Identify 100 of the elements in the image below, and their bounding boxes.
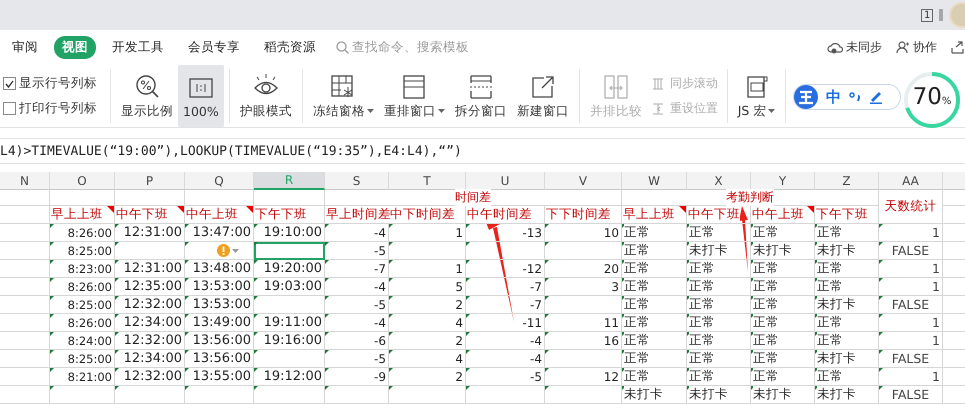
table-cell: 正常 xyxy=(815,224,879,242)
ribbon-button[interactable]: 护眼模式 xyxy=(234,65,297,127)
table-cell: 1 xyxy=(879,278,943,296)
person-icon xyxy=(896,41,910,54)
checkbox-label[interactable]: 打印行号列标 xyxy=(3,100,97,117)
checkbox[interactable] xyxy=(3,102,16,115)
column-header[interactable]: Q xyxy=(185,172,254,190)
table-cell: 未打卡 xyxy=(815,296,879,314)
table-cell xyxy=(185,386,254,404)
table-cell: 正常 xyxy=(622,242,687,260)
table-cell: 1 xyxy=(879,314,943,332)
table-cell: 未打卡 xyxy=(815,350,879,368)
table-cell: 正常 xyxy=(751,278,815,296)
punctuation-icon xyxy=(849,91,861,103)
ribbon-button[interactable]: 拆分窗口 xyxy=(450,65,512,127)
table-cell: -7 xyxy=(466,278,545,296)
table-cell: 1 xyxy=(879,368,943,386)
table-cell: 12:31:00 xyxy=(115,260,185,278)
formula-text[interactable]: L4)>TIMEVALUE(“19:00”),LOOKUP(TIMEVALUE(“19:35”),E4:L4),“”) xyxy=(0,144,462,158)
column-header[interactable]: O xyxy=(50,172,115,190)
cloud-icon xyxy=(827,41,843,54)
header-action-button[interactable]: 未同步 xyxy=(827,39,882,56)
header-cell: 下下时间差 xyxy=(545,206,622,224)
table-cell xyxy=(115,386,185,404)
table-cell: 1 xyxy=(879,224,943,242)
input-mode-label[interactable]: 中 xyxy=(826,88,841,106)
table-cell: 12 xyxy=(545,368,622,386)
column-header[interactable]: U xyxy=(466,172,545,190)
menu-tab[interactable]: 审阅 xyxy=(4,36,46,59)
table-cell: -4 xyxy=(325,278,389,296)
page-indicator[interactable]: 1 xyxy=(920,8,933,22)
column-header[interactable]: S xyxy=(325,172,389,190)
header-cell: 早上上班 xyxy=(50,206,115,224)
ribbon-button[interactable]: 新建窗口 xyxy=(512,65,574,127)
input-method-logo-icon xyxy=(794,85,818,109)
table-cell: 正常 xyxy=(687,278,751,296)
table-cell: -9 xyxy=(325,368,389,386)
table-cell: 正常 xyxy=(687,314,751,332)
table-cell: 8:25:00 xyxy=(50,242,115,260)
column-header[interactable]: X xyxy=(687,172,751,190)
column-header[interactable]: AA xyxy=(879,172,943,190)
column-header[interactable]: T xyxy=(389,172,466,190)
table-cell: -7 xyxy=(466,296,545,314)
menu-tab[interactable]: 会员专享 xyxy=(180,36,248,59)
table-cell: -4 xyxy=(325,314,389,332)
header-action-button[interactable]: 协作 xyxy=(896,39,937,56)
table-cell xyxy=(50,386,115,404)
checkbox[interactable] xyxy=(3,77,16,90)
header-cell: 中午时间差 xyxy=(466,206,545,224)
table-cell xyxy=(0,242,50,260)
column-header[interactable]: N xyxy=(0,172,50,190)
ribbon-button[interactable]: 显示比例 xyxy=(116,65,178,127)
table-cell: 19:03:00 xyxy=(254,278,325,296)
caret-icon xyxy=(232,248,239,252)
table-cell: FALSE xyxy=(879,242,943,260)
table-cell: 正常 xyxy=(687,350,751,368)
table-cell: 2 xyxy=(389,332,466,350)
table-cell: 1 xyxy=(879,260,943,278)
table-cell: 未打卡 xyxy=(751,386,815,404)
table-cell: -4 xyxy=(466,332,545,350)
table-cell: 未打卡 xyxy=(815,242,879,260)
table-cell: 12:34:00 xyxy=(115,314,185,332)
table-cell xyxy=(325,386,389,404)
table-cell: 19:12:00 xyxy=(254,368,325,386)
check-icon xyxy=(5,80,14,88)
table-cell: 正常 xyxy=(751,332,815,350)
checkbox-label[interactable]: 显示行号列标 xyxy=(3,75,97,92)
ribbon-button[interactable]: 100% xyxy=(178,65,224,127)
column-header[interactable]: W xyxy=(622,172,687,190)
table-cell: 正常 xyxy=(687,332,751,350)
column-header[interactable]: Y xyxy=(751,172,815,190)
ribbon-button[interactable]: 冻结窗格 xyxy=(308,65,379,127)
annotation-arrow xyxy=(739,206,748,272)
table-cell: 8:25:00 xyxy=(50,350,115,368)
table-cell: 正常 xyxy=(622,296,687,314)
header-cell: 下午下班 xyxy=(815,206,879,224)
column-header[interactable]: Z xyxy=(815,172,879,190)
table-cell: -5 xyxy=(325,242,389,260)
active-cell[interactable] xyxy=(254,242,325,260)
table-cell: 13:56:00 xyxy=(185,332,254,350)
table-cell: 正常 xyxy=(622,350,687,368)
column-header[interactable]: V xyxy=(545,172,622,190)
ribbon-button[interactable]: JS 宏 xyxy=(732,65,780,127)
table-cell: 正常 xyxy=(687,368,751,386)
input-method-bar[interactable]: 中 xyxy=(793,84,901,110)
table-cell: -5 xyxy=(325,296,389,314)
ribbon-button[interactable]: 重排窗口 xyxy=(378,65,450,127)
table-cell: 13:56:00 xyxy=(185,350,254,368)
menu-tab[interactable]: 稻壳资源 xyxy=(256,36,324,59)
warning-button[interactable] xyxy=(217,244,239,257)
header-cell: 中午下班 xyxy=(115,206,185,224)
menu-tab[interactable]: 开发工具 xyxy=(104,36,172,59)
column-header[interactable]: P xyxy=(115,172,185,190)
table-cell: 2 xyxy=(389,368,466,386)
table-cell: FALSE xyxy=(879,386,943,404)
table-cell: 正常 xyxy=(751,314,815,332)
pencil-icon xyxy=(869,90,883,104)
table-cell: 正常 xyxy=(622,314,687,332)
table-cell: 正常 xyxy=(815,368,879,386)
table-cell: 19:20:00 xyxy=(254,260,325,278)
